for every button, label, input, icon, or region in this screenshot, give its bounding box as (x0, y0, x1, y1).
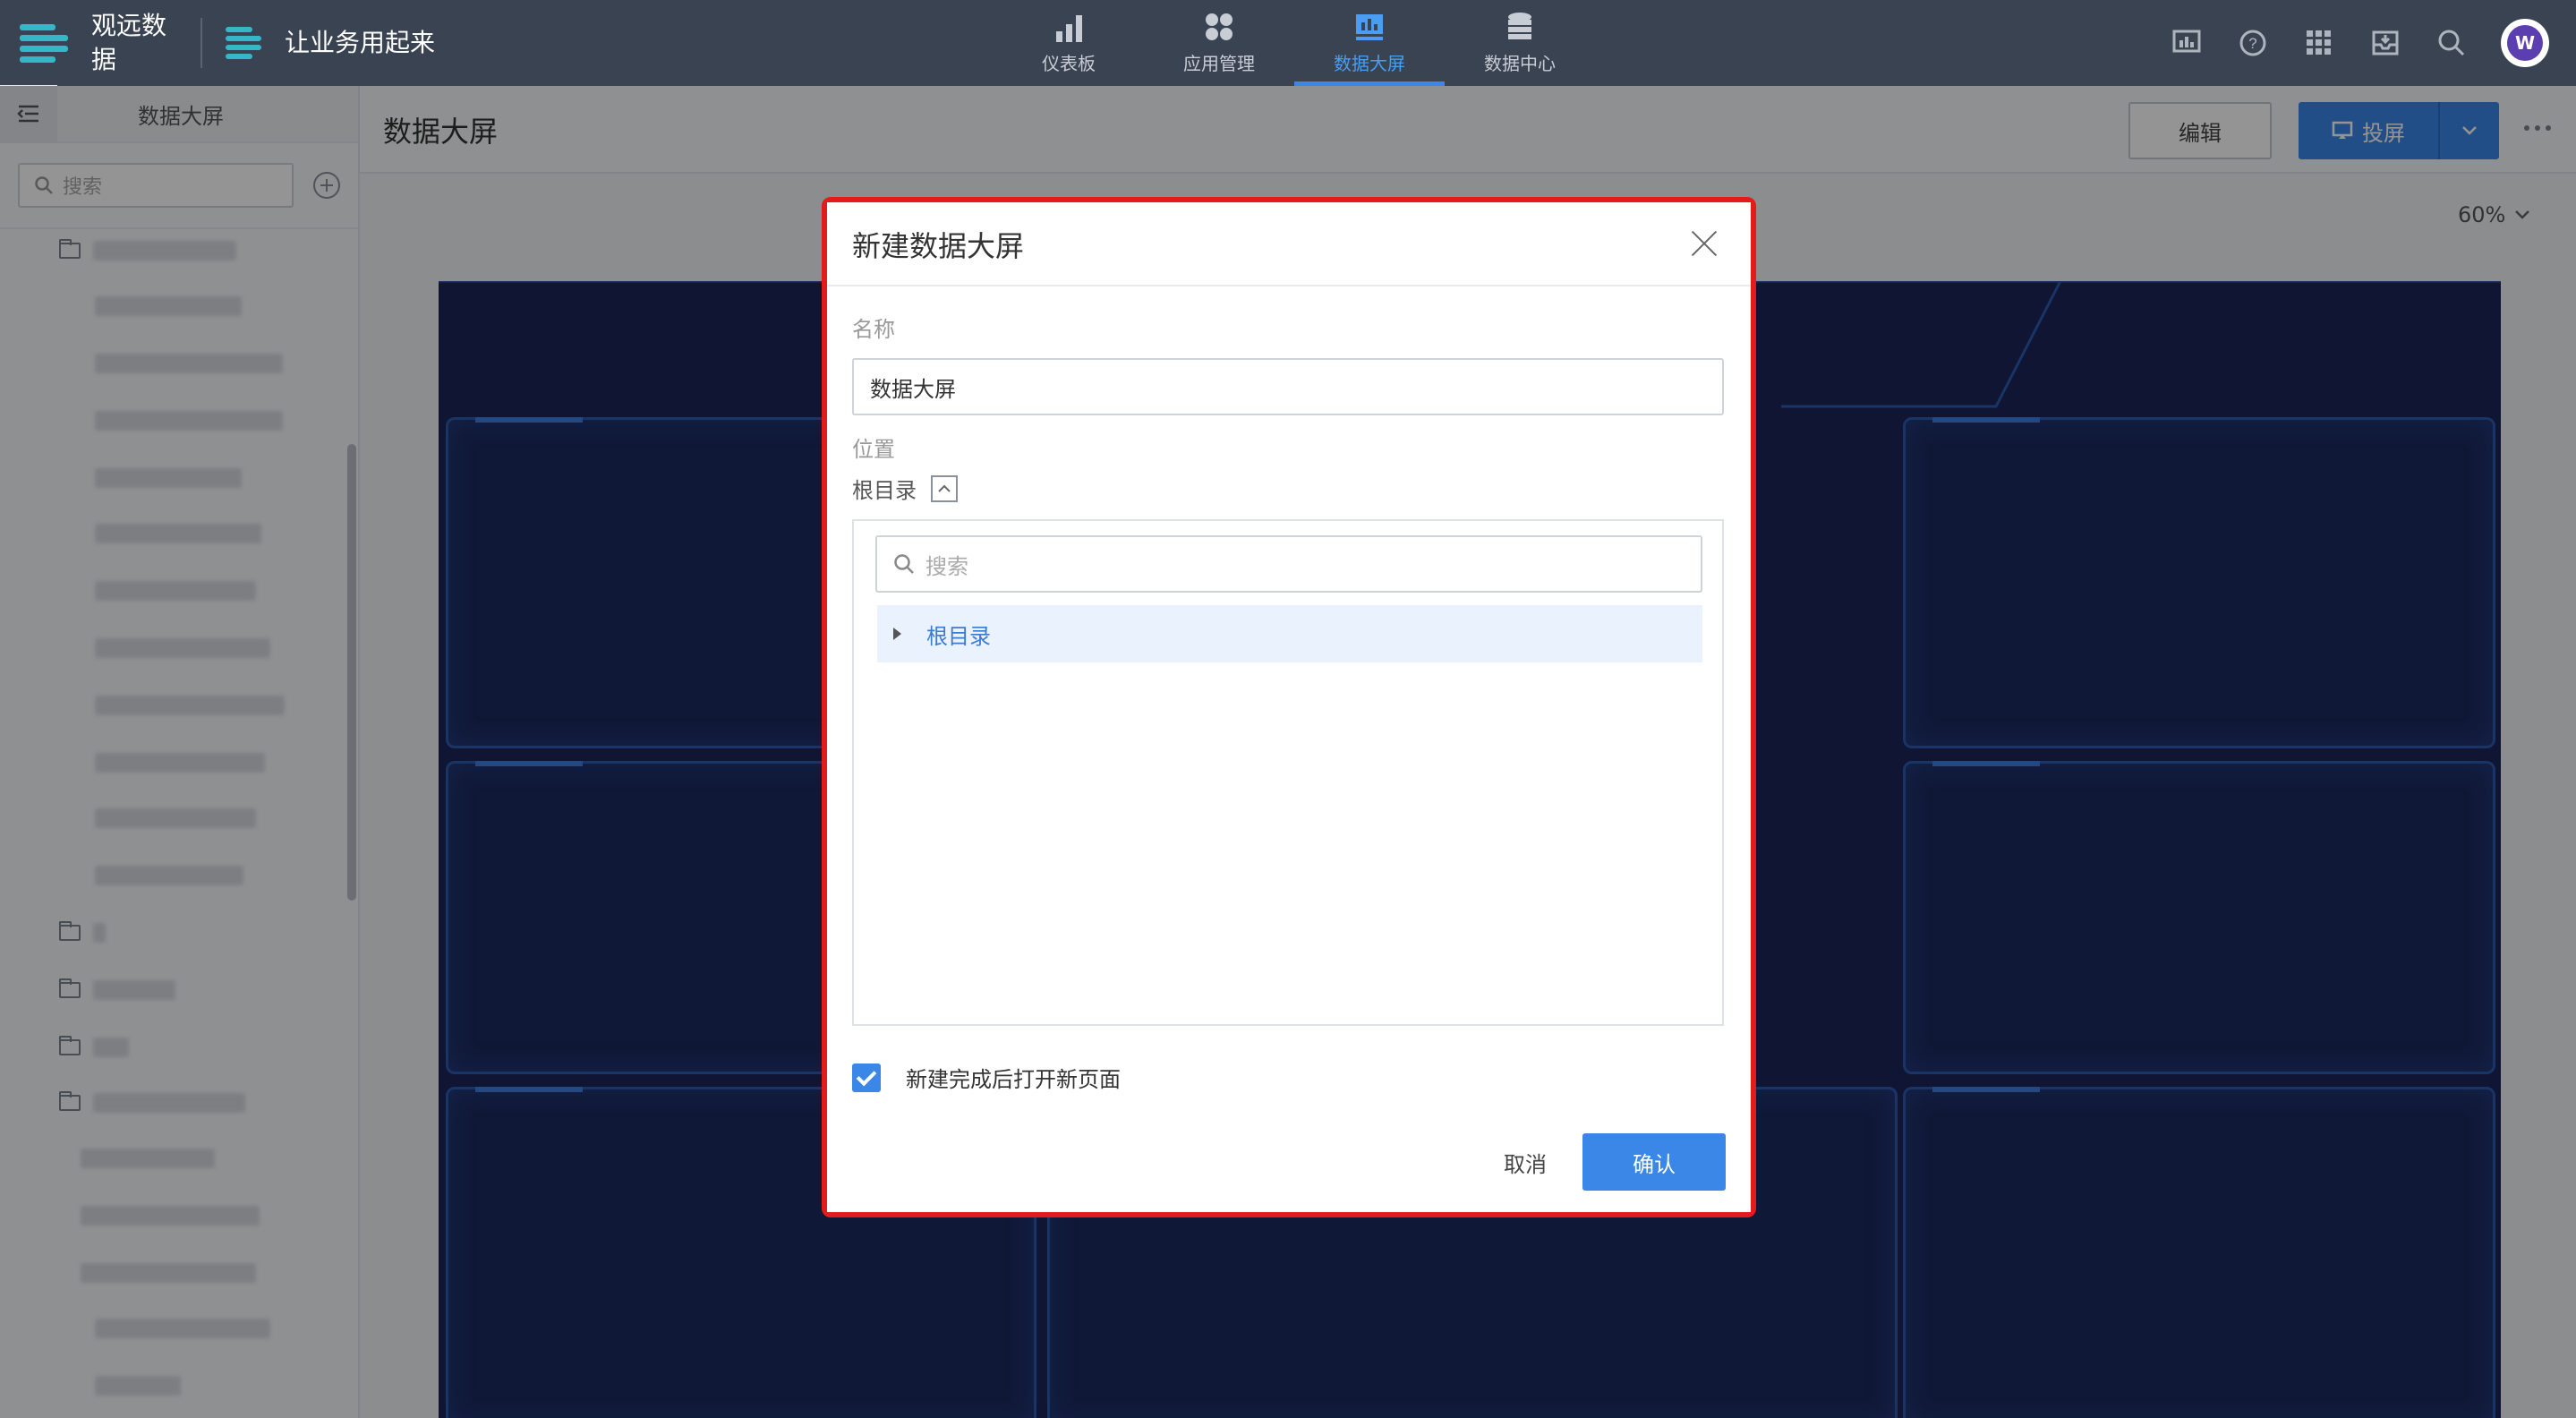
open-after-create-option[interactable]: 新建完成后打开新页面 (852, 1062, 1121, 1093)
data-screen-icon (1354, 12, 1385, 42)
nav-dashboard[interactable]: 仪表板 (994, 0, 1144, 86)
new-data-screen-dialog: 新建数据大屏 名称 数据大屏 位置 根目录 搜索 根目录 新建完成后打开新页面 … (827, 202, 1751, 1212)
chevron-up-icon[interactable] (931, 474, 958, 502)
tree-root-label: 根目录 (926, 623, 991, 649)
nav-data-screen-label: 数据大屏 (1334, 52, 1405, 74)
nav-app-management[interactable]: 应用管理 (1144, 0, 1294, 86)
tree-root-item[interactable]: 根目录 (877, 605, 1702, 662)
inbox-icon[interactable] (2368, 26, 2402, 60)
database-icon (1505, 12, 1535, 42)
location-label: 位置 (852, 437, 895, 462)
apps-grid-icon (1204, 12, 1234, 42)
location-path: 根目录 (852, 473, 958, 504)
name-label: 名称 (852, 317, 895, 342)
guandata-logo-icon (20, 19, 68, 67)
checkbox-checked-icon[interactable] (852, 1063, 881, 1092)
open-after-create-label: 新建完成后打开新页面 (906, 1067, 1121, 1092)
brand-name: 观远数据 (91, 11, 167, 74)
location-path-text: 根目录 (852, 478, 917, 503)
svg-text:?: ? (2248, 35, 2256, 52)
screen-monitor-icon[interactable] (2170, 26, 2204, 60)
close-icon[interactable] (1690, 229, 1719, 258)
top-tools: ? W (2170, 0, 2549, 86)
name-input[interactable]: 数据大屏 (852, 358, 1724, 415)
search-icon[interactable] (2435, 26, 2469, 60)
avatar-initial: W (2507, 25, 2543, 61)
dialog-header: 新建数据大屏 (827, 202, 1751, 286)
grid-menu-icon[interactable] (2302, 26, 2336, 60)
avatar[interactable]: W (2501, 19, 2549, 67)
main-nav: 仪表板 应用管理 数据大屏 数据中心 (994, 0, 1595, 86)
tree-search-input[interactable]: 搜索 (875, 535, 1702, 593)
slogan-logo-icon (226, 23, 261, 63)
dialog-title: 新建数据大屏 (852, 229, 1025, 263)
brand[interactable]: 观远数据 让业务用起来 (20, 9, 446, 77)
top-navigation-bar: 观远数据 让业务用起来 仪表板 应用管理 数据大屏 数据中心 ? W (0, 0, 2576, 86)
folder-tree-picker: 搜索 根目录 (852, 519, 1724, 1026)
brand-slogan: 让业务用起来 (285, 28, 436, 57)
nav-data-center-label: 数据中心 (1484, 52, 1556, 74)
brand-divider (200, 18, 202, 68)
cancel-button[interactable]: 取消 (1471, 1133, 1579, 1191)
bar-chart-icon (1053, 12, 1084, 42)
nav-app-management-label: 应用管理 (1183, 52, 1255, 74)
nav-data-center[interactable]: 数据中心 (1445, 0, 1595, 86)
tree-search-placeholder: 搜索 (925, 553, 968, 579)
caret-right-icon[interactable] (893, 628, 901, 640)
nav-data-screen[interactable]: 数据大屏 (1294, 0, 1445, 86)
help-icon[interactable]: ? (2236, 26, 2270, 60)
nav-dashboard-label: 仪表板 (1042, 52, 1096, 74)
search-icon (894, 554, 914, 574)
confirm-button[interactable]: 确认 (1582, 1133, 1726, 1191)
